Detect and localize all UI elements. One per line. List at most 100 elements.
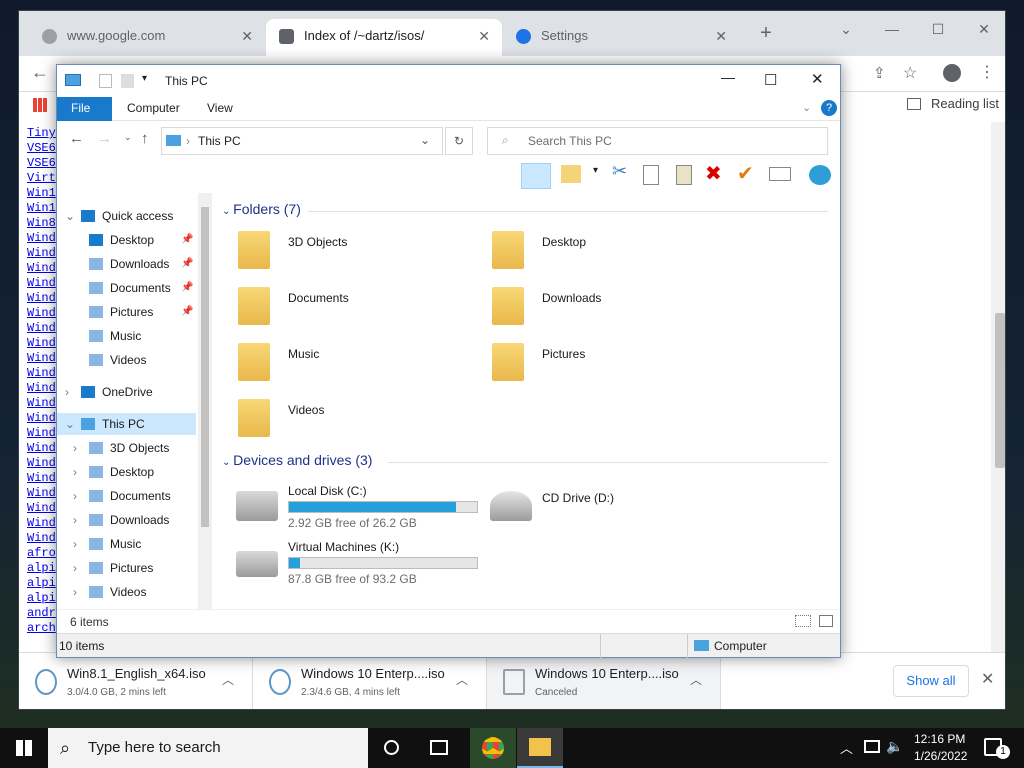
folder-item[interactable]: Downloads xyxy=(492,285,722,335)
properties-icon[interactable] xyxy=(99,74,112,88)
details-view-icon[interactable] xyxy=(795,615,811,627)
directory-link[interactable]: Virt xyxy=(27,171,56,186)
directory-link[interactable]: Wind xyxy=(27,336,56,351)
help-icon[interactable]: ? xyxy=(821,100,837,116)
directory-link[interactable]: Wind xyxy=(27,411,56,426)
tab-settings[interactable]: Settings ✕ xyxy=(503,19,739,56)
cortana-icon[interactable] xyxy=(384,740,399,755)
scrollbar-thumb[interactable] xyxy=(201,207,209,527)
expand-icon[interactable]: ⌄ xyxy=(65,205,75,227)
taskbar-search[interactable]: ⌕ Type here to search xyxy=(48,728,368,768)
maximize-button[interactable]: ☐ xyxy=(921,15,955,43)
close-icon[interactable]: ✕ xyxy=(241,19,253,53)
recent-locations-icon[interactable]: ⌄ xyxy=(124,132,132,143)
directory-link[interactable]: Wind xyxy=(27,471,56,486)
nav-item[interactable]: Downloads 📌 xyxy=(57,253,196,275)
directory-link[interactable]: Tiny xyxy=(27,126,56,141)
paste-icon[interactable] xyxy=(676,165,692,185)
address-bar[interactable]: › This PC ⌄ xyxy=(161,127,443,155)
back-arrow-icon[interactable]: ← xyxy=(69,130,84,147)
nav-item[interactable]: Desktop 📌 xyxy=(57,229,196,251)
customize-toolbar-icon[interactable]: ▾ xyxy=(142,73,147,84)
download-item[interactable]: Windows 10 Enterp....iso 2.3/4.6 GB, 4 m… xyxy=(253,653,487,709)
close-button[interactable]: ✕ xyxy=(967,15,1001,43)
checkmark-icon[interactable]: ✔ xyxy=(737,161,754,186)
directory-link[interactable]: Wind xyxy=(27,381,56,396)
search-box[interactable]: ⌕ Search This PC xyxy=(487,127,828,155)
minimize-button[interactable]: — xyxy=(721,69,735,85)
nav-item[interactable]: › 3D Objects xyxy=(57,437,196,459)
folder-item[interactable]: 3D Objects xyxy=(238,229,468,279)
nav-item[interactable]: ⌄ Quick access xyxy=(57,205,196,227)
expand-icon[interactable]: › xyxy=(73,557,77,579)
nav-item[interactable]: › Videos xyxy=(57,581,196,603)
drive-c[interactable]: Local Disk (C:) 2.92 GB free of 26.2 GB xyxy=(236,481,478,533)
directory-link[interactable]: Win8 xyxy=(27,216,56,231)
nav-item[interactable]: Music xyxy=(57,325,196,347)
rename-icon[interactable] xyxy=(769,167,791,181)
nav-scrollbar[interactable] xyxy=(198,193,212,609)
expand-icon[interactable]: › xyxy=(73,485,77,507)
clock-time[interactable]: 12:16 PM xyxy=(914,732,965,746)
nav-item[interactable]: Documents 📌 xyxy=(57,277,196,299)
folder-options-icon[interactable] xyxy=(561,165,581,183)
show-all-button[interactable]: Show all xyxy=(893,665,969,697)
chevron-right-icon[interactable]: › xyxy=(186,134,190,148)
directory-link[interactable]: andr xyxy=(27,606,56,621)
expand-icon[interactable]: › xyxy=(73,437,77,459)
directory-link[interactable]: Wind xyxy=(27,366,56,381)
minimize-button[interactable]: — xyxy=(875,15,909,43)
chevron-up-icon[interactable]: ︿ xyxy=(222,671,234,688)
directory-link[interactable]: Wind xyxy=(27,441,56,456)
folder-item[interactable]: Documents xyxy=(238,285,468,335)
folder-item[interactable]: Music xyxy=(238,341,468,391)
chrome-taskbar-button[interactable] xyxy=(470,728,516,768)
network-icon[interactable] xyxy=(809,165,831,185)
tab-computer[interactable]: Computer xyxy=(113,97,194,121)
directory-link[interactable]: alpi xyxy=(27,561,56,576)
nav-item[interactable]: › Documents xyxy=(57,485,196,507)
directory-link[interactable]: Wind xyxy=(27,426,56,441)
directory-link[interactable]: Wind xyxy=(27,261,56,276)
drive-k[interactable]: Virtual Machines (K:) 87.8 GB free of 93… xyxy=(236,537,478,589)
directory-link[interactable]: Wind xyxy=(27,501,56,516)
directory-link[interactable]: arch xyxy=(27,621,56,636)
directory-link[interactable]: Wind xyxy=(27,351,56,366)
expand-icon[interactable]: › xyxy=(73,461,77,483)
folders-header[interactable]: ⌄ Folders (7) xyxy=(222,201,301,217)
close-icon[interactable]: ✕ xyxy=(981,669,994,689)
volume-muted-icon[interactable]: 🔈 xyxy=(886,738,903,755)
directory-link[interactable]: Wind xyxy=(27,246,56,261)
directory-link[interactable]: Wind xyxy=(27,486,56,501)
directory-link[interactable]: VSE6 xyxy=(27,141,56,156)
task-view-icon[interactable] xyxy=(430,740,448,755)
nav-item[interactable]: › Desktop xyxy=(57,461,196,483)
apps-icon[interactable] xyxy=(33,98,47,112)
directory-link[interactable]: Wind xyxy=(27,456,56,471)
directory-link[interactable]: Wind xyxy=(27,396,56,411)
network-icon[interactable] xyxy=(864,740,880,753)
chevron-up-icon[interactable]: ︿ xyxy=(840,738,853,757)
directory-link[interactable]: Wind xyxy=(27,276,56,291)
refresh-icon[interactable]: ↻ xyxy=(445,127,473,155)
scrollbar-thumb[interactable] xyxy=(995,313,1005,468)
back-arrow-icon[interactable]: ← xyxy=(31,62,49,83)
directory-link[interactable]: Win1 xyxy=(27,186,56,201)
menu-icon[interactable]: ⋮ xyxy=(979,62,995,82)
directory-link[interactable]: Wind xyxy=(27,531,56,546)
directory-link[interactable]: Wind xyxy=(27,306,56,321)
expand-icon[interactable]: › xyxy=(73,581,77,603)
clock-date[interactable]: 1/26/2022 xyxy=(914,749,967,763)
devices-header[interactable]: ⌄ Devices and drives (3) xyxy=(222,452,372,468)
pin-icon[interactable]: 📌 xyxy=(181,253,193,275)
directory-link[interactable]: alpi xyxy=(27,591,56,606)
download-item[interactable]: Windows 10 Enterp....iso Canceled ︿ xyxy=(487,653,721,709)
chevron-down-icon[interactable]: ▾ xyxy=(593,165,598,176)
share-icon[interactable]: ⇪ xyxy=(873,64,886,82)
delete-icon[interactable]: ✖ xyxy=(705,161,722,186)
copy-icon[interactable] xyxy=(643,165,659,185)
new-tab-button[interactable]: + xyxy=(749,19,783,47)
nav-item[interactable]: ⌄ This PC xyxy=(57,413,196,435)
folder-item[interactable]: Pictures xyxy=(492,341,722,391)
expand-icon[interactable]: ⌄ xyxy=(65,413,75,435)
